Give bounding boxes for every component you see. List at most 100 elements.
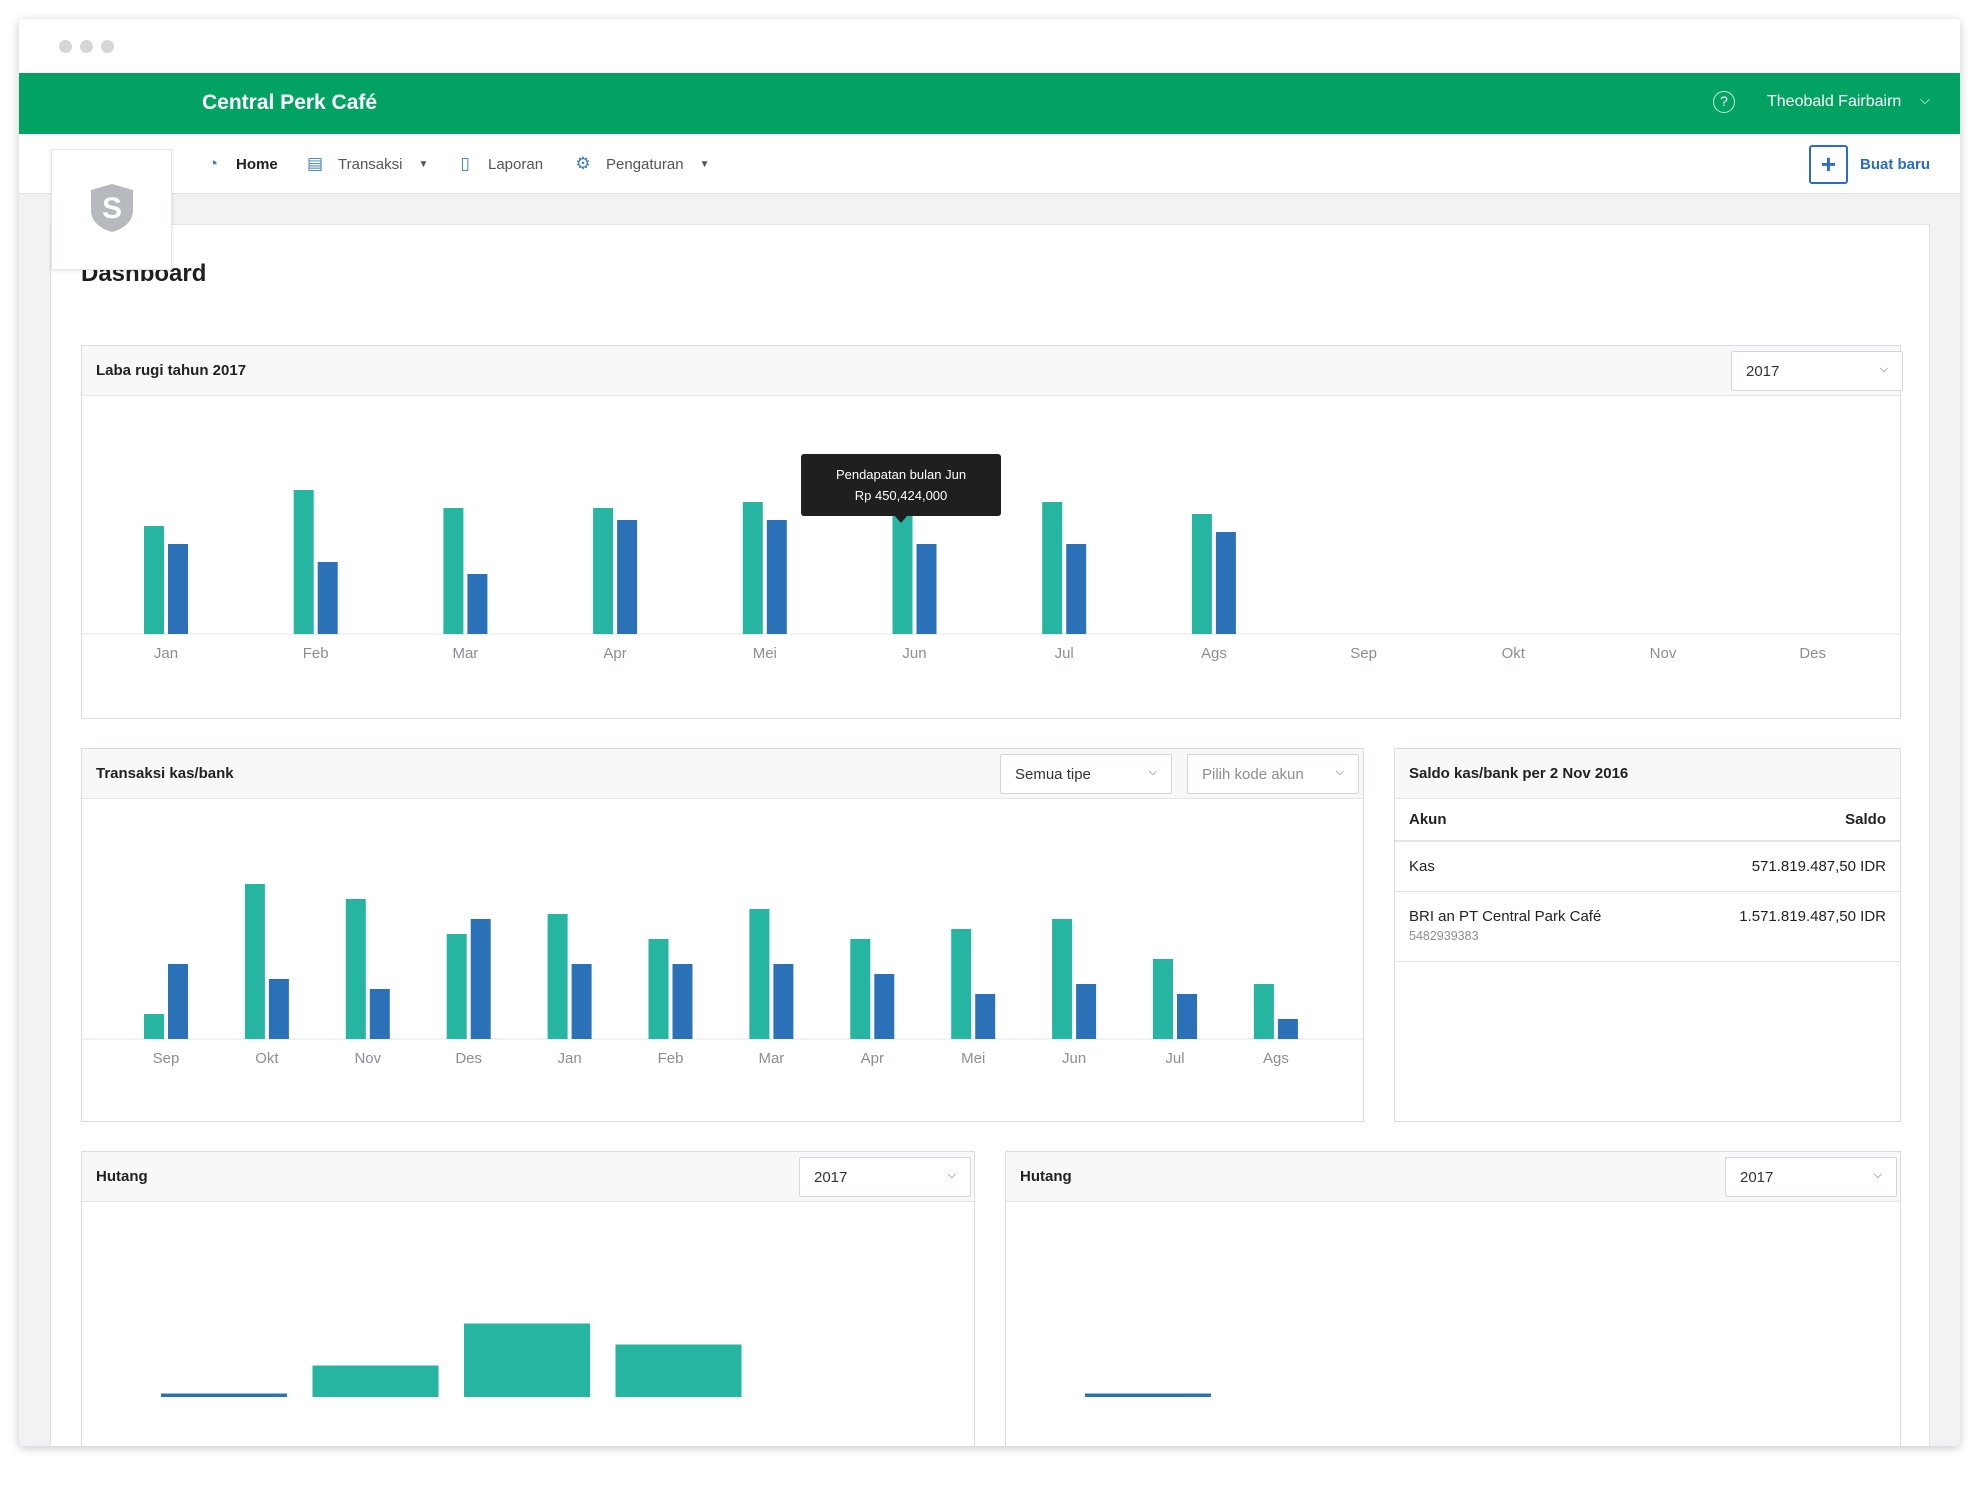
chart-bar[interactable]	[874, 974, 895, 1039]
chart-bar[interactable]	[547, 914, 568, 1039]
chart-bar[interactable]	[742, 502, 763, 634]
chart-bar[interactable]	[892, 514, 913, 634]
chevron-down-icon[interactable]: ⌵	[1920, 92, 1930, 108]
type-select[interactable]: Semua tipe ⌵	[1000, 754, 1172, 794]
chart-bar[interactable]	[268, 979, 289, 1039]
chart-bar[interactable]	[615, 1344, 742, 1398]
chart-bar[interactable]	[168, 964, 188, 1039]
chart-bar[interactable]	[1076, 984, 1097, 1039]
nav-item-home[interactable]: ◔ Home	[202, 154, 278, 174]
nav-item-transaksi[interactable]: ▤ Transaksi ▼	[304, 154, 428, 174]
chart-tick-label: Jun	[902, 645, 926, 662]
user-menu[interactable]: Theobald Fairbairn	[1767, 93, 1901, 111]
panel-header: Laba rugi tahun 2017 2017 ⌵	[82, 346, 1903, 396]
chart-bar[interactable]	[446, 934, 467, 1039]
chart-tick-label: Feb	[658, 1050, 684, 1067]
chevron-down-icon: ⌵	[1879, 363, 1888, 375]
chart-tick-label: Okt	[255, 1050, 279, 1067]
chart-bar[interactable]	[1042, 502, 1063, 634]
chart-bar[interactable]	[144, 526, 164, 634]
chart-tick-label: Des	[1799, 645, 1826, 662]
panel-header: Saldo kas/bank per 2 Nov 2016	[1395, 749, 1900, 799]
chart-bar[interactable]	[1277, 1019, 1298, 1039]
nav-item-laporan[interactable]: ▯ Laporan	[454, 154, 543, 174]
chart-bar[interactable]	[467, 574, 488, 634]
chart-bar[interactable]	[470, 919, 491, 1039]
chart-tick-label: Mei	[753, 645, 777, 662]
account-balance: 1.571.819.487,50 IDR	[1676, 891, 1900, 962]
year-select[interactable]: 2017 ⌵	[1725, 1157, 1897, 1197]
chart-bar[interactable]	[773, 964, 794, 1039]
chart-tick-label: Feb	[303, 645, 329, 662]
chart-tick-label: Jul	[1165, 1050, 1184, 1067]
chart-tick-label: Apr	[861, 1050, 884, 1067]
window-dot-icon	[59, 40, 72, 53]
chart-bar[interactable]	[312, 1365, 439, 1398]
caret-down-icon: ▼	[699, 158, 710, 170]
year-select-value: 2017	[1740, 1169, 1774, 1186]
table-row[interactable]: BRI an PT Central Park Café 5482939383 1…	[1395, 891, 1900, 962]
hutang-chart-right	[1085, 1393, 1211, 1398]
nav-bar: S ◔ Home ▤ Transaksi ▼ ▯ Laporan ⚙ Penga…	[19, 134, 1960, 270]
help-circle-icon[interactable]: ?	[1713, 91, 1735, 113]
chart-bar[interactable]	[464, 1323, 590, 1398]
shield-logo-icon: S	[91, 184, 133, 232]
chart-bar[interactable]	[1085, 1393, 1211, 1398]
window-dot-icon	[101, 40, 114, 53]
chart-tick-label: Nov	[1650, 645, 1677, 662]
new-button[interactable]: + Buat baru	[1809, 145, 1930, 184]
chart-bar[interactable]	[144, 1014, 164, 1039]
chart-bar[interactable]	[293, 490, 314, 634]
chart-bar[interactable]	[168, 544, 188, 634]
chart-tick-label: Okt	[1502, 645, 1526, 662]
chart-bar[interactable]	[766, 520, 787, 634]
chart-bar[interactable]	[648, 939, 669, 1039]
panel-title: Hutang	[1020, 1168, 1072, 1185]
chart-bar[interactable]	[951, 929, 972, 1039]
chart-bar[interactable]	[617, 520, 638, 634]
chart-bar[interactable]	[975, 994, 996, 1039]
laba-rugi-panel: Laba rugi tahun 2017 2017 ⌵ Jan Feb Mar Apr…	[81, 345, 1903, 719]
logo[interactable]: S	[51, 149, 172, 270]
year-select[interactable]: 2017 ⌵	[1731, 351, 1903, 391]
chart-bar[interactable]	[571, 964, 592, 1039]
year-select[interactable]: 2017 ⌵	[799, 1157, 971, 1197]
year-select-value: 2017	[814, 1169, 848, 1186]
chart-bar[interactable]	[1066, 544, 1087, 634]
chart-bar[interactable]	[593, 508, 614, 634]
dashboard-icon: ◔	[207, 154, 219, 173]
nav-label: Pengaturan	[606, 155, 684, 173]
new-button-label: Buat baru	[1860, 156, 1931, 173]
chart-bar[interactable]	[317, 562, 338, 634]
chart-bar[interactable]	[161, 1393, 287, 1398]
chart-bar[interactable]	[369, 989, 390, 1039]
saldo-panel: Saldo kas/bank per 2 Nov 2016 Akun Saldo…	[1394, 748, 1901, 1122]
nav-label: Home	[236, 155, 278, 173]
chart-tick-label: Mei	[961, 1050, 985, 1067]
nav-item-pengaturan[interactable]: ⚙ Pengaturan ▼	[572, 154, 709, 174]
account-balance: 571.819.487,50 IDR	[1676, 841, 1900, 892]
account-select[interactable]: Pilih kode akun ⌵	[1187, 754, 1359, 794]
chart-bar[interactable]	[1253, 984, 1274, 1039]
chart-bar[interactable]	[749, 909, 770, 1039]
chart-tick-label: Ags	[1201, 645, 1227, 662]
chevron-down-icon: ⌵	[1335, 766, 1344, 778]
chart-bar[interactable]	[1177, 994, 1197, 1039]
chart-bar[interactable]	[1052, 919, 1073, 1039]
account-select-placeholder: Pilih kode akun	[1202, 766, 1304, 783]
chart-bar[interactable]	[916, 544, 937, 634]
chart-bar[interactable]	[345, 899, 366, 1039]
chart-bar[interactable]	[672, 964, 693, 1039]
chart-bar[interactable]	[443, 508, 464, 634]
chart-bar[interactable]	[1191, 514, 1212, 634]
nav-label: Laporan	[488, 155, 544, 173]
chart-bar[interactable]	[1153, 959, 1173, 1039]
document-icon: ▯	[460, 154, 470, 173]
chart-bar[interactable]	[850, 939, 871, 1039]
chart-bar[interactable]	[244, 884, 265, 1039]
gear-icon: ⚙	[575, 154, 591, 173]
chart-bar[interactable]	[1215, 532, 1236, 634]
laba-rugi-chart: Jan Feb Mar Apr Mei Jun Jul Ags Sep Okt Nov Des	[82, 490, 1900, 662]
nav-label: Transaksi	[338, 155, 403, 173]
table-row[interactable]: Kas 571.819.487,50 IDR	[1395, 841, 1900, 892]
